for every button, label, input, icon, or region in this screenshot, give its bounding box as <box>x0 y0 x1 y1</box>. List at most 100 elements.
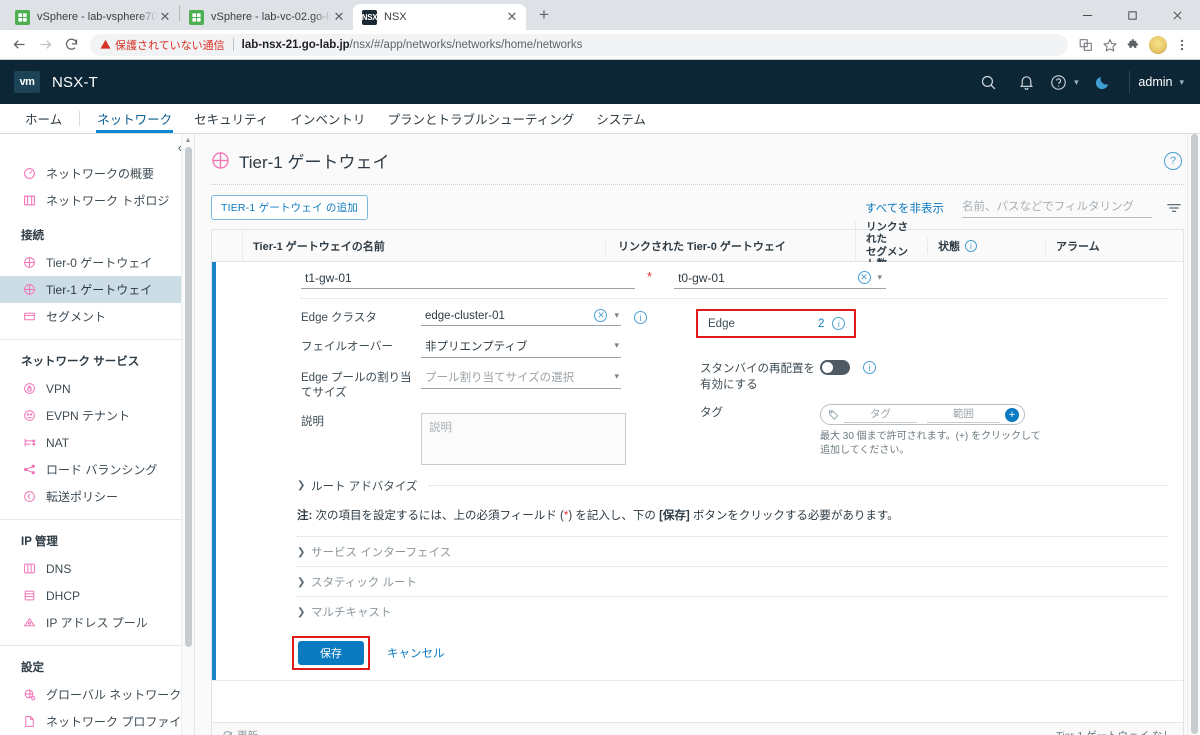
sidebar-item-forwarding-policy[interactable]: 転送ポリシー <box>0 483 194 510</box>
filter-input[interactable]: 名前、パスなどでフィルタリング <box>962 198 1152 218</box>
column-header-alarm[interactable]: アラーム <box>1045 237 1183 254</box>
form-column-right: Edge 2 i スタンバイの再配置を有効にする i タグ タグ 範囲 + 最大… <box>666 309 1183 476</box>
tag-name-input[interactable]: タグ <box>844 406 917 424</box>
sidebar-item-label: ネットワーク トポロジ <box>46 194 170 208</box>
profile-avatar[interactable] <box>1149 35 1167 54</box>
table-empty-space <box>212 679 1183 722</box>
search-icon[interactable] <box>969 60 1007 104</box>
section-label: ルート アドバタイズ <box>311 480 418 493</box>
sidebar-item-network-profiles[interactable]: ネットワーク プロファイル <box>0 708 194 735</box>
column-select-all[interactable] <box>212 229 243 262</box>
section-label: スタティック ルート <box>311 577 418 590</box>
back-icon[interactable] <box>6 32 32 58</box>
column-header-state[interactable]: 状態 i <box>927 237 1045 254</box>
linked-t0-gateway-select[interactable]: t0-gw-01 ✕ ▾ <box>674 270 887 289</box>
sidebar-item-dhcp[interactable]: DHCP <box>0 582 194 609</box>
browser-tab[interactable]: vSphere - lab-vsphere70-02-nsxt ✕ <box>6 4 179 30</box>
maximize-icon[interactable] <box>1110 0 1155 30</box>
save-button-highlight: 保存 <box>292 635 370 670</box>
chrome-menu-icon[interactable] <box>1170 33 1194 57</box>
nav-item-inventory[interactable]: インベントリ <box>279 104 376 133</box>
sidebar-item-tier1-gateway[interactable]: Tier-1 ゲートウェイ <box>0 276 194 303</box>
minimize-icon[interactable] <box>1065 0 1110 30</box>
info-circle-icon[interactable]: i <box>634 311 647 324</box>
user-menu[interactable]: admin ▾ <box>1138 75 1200 89</box>
add-tier1-gateway-button[interactable]: TIER-1 ゲートウェイ の追加 <box>211 195 368 220</box>
nav-item-security[interactable]: セキュリティ <box>183 104 279 133</box>
sidebar-item-tier0-gateway[interactable]: Tier-0 ゲートウェイ <box>0 249 194 276</box>
sidebar-item-load-balancing[interactable]: ロード バランシング <box>0 456 194 483</box>
tier1-gateway-icon <box>21 283 38 296</box>
nsx-icon: NSX <box>362 9 378 25</box>
main-scroll-thumb[interactable] <box>1191 134 1198 734</box>
collapse-all-link[interactable]: すべてを非表示 <box>865 200 944 216</box>
sidebar-scroll-thumb[interactable] <box>185 147 192 647</box>
cancel-button[interactable]: キャンセル <box>387 645 445 661</box>
dark-mode-moon-icon[interactable] <box>1083 60 1121 104</box>
info-circle-icon[interactable]: i <box>863 361 876 374</box>
edge-count-value[interactable]: 2 <box>818 318 824 330</box>
filter-icon[interactable] <box>1166 202 1182 214</box>
clear-icon[interactable]: ✕ <box>857 271 871 284</box>
section-multicast[interactable]: ❯ マルチキャスト <box>216 599 1183 626</box>
sidebar-item-vpn[interactable]: VPN <box>0 375 194 402</box>
tag-input-group[interactable]: タグ 範囲 + <box>820 404 1025 426</box>
sidebar-item-evpn-tenant[interactable]: EVPN テナント <box>0 402 194 429</box>
reload-icon[interactable] <box>58 32 84 58</box>
nav-item-home[interactable]: ホーム <box>14 104 73 133</box>
sidebar-scrollbar[interactable]: ▲ ▼ <box>181 134 194 735</box>
description-textarea[interactable]: 説明 <box>421 412 626 465</box>
nav-item-system[interactable]: システム <box>585 104 657 133</box>
edge-cluster-select[interactable]: edge-cluster-01 ✕ ▾ <box>421 309 621 326</box>
section-route-advertise[interactable]: ❯ ルート アドバタイズ <box>216 478 1183 494</box>
save-button[interactable]: 保存 <box>298 640 364 665</box>
nav-item-plan-troubleshoot[interactable]: プランとトラブルシューティング <box>376 104 585 133</box>
close-icon[interactable]: ✕ <box>157 9 173 25</box>
help-circle-icon[interactable]: ? <box>1164 151 1182 170</box>
app-header: vm NSX-T ▾ admin ▾ <box>0 60 1200 104</box>
sidebar-item-nat[interactable]: NAT <box>0 429 194 456</box>
field-edge-pool-allocation-size: Edge プールの割り当てサイズ プール割り当てサイズの選択 ▾ <box>301 369 666 402</box>
browser-tab-active[interactable]: NSX NSX ✕ <box>353 4 526 30</box>
edge-pool-allocation-size-select[interactable]: プール割り当てサイズの選択 ▾ <box>421 369 621 389</box>
close-icon[interactable] <box>1155 0 1200 30</box>
tag-scope-input[interactable]: 範囲 <box>927 406 1000 424</box>
url-host: lab-nsx-21.go-lab.jp <box>241 38 350 51</box>
sidebar-collapse-button[interactable]: « <box>0 134 194 160</box>
standby-relocation-toggle[interactable] <box>820 360 850 375</box>
scroll-up-arrow-icon[interactable]: ▲ <box>182 134 194 147</box>
column-header-name[interactable]: Tier-1 ゲートウェイの名前 <box>243 238 605 254</box>
sidebar-item-dns[interactable]: DNS <box>0 555 194 582</box>
column-header-linked-t0[interactable]: リンクされた Tier-0 ゲートウェイ <box>605 237 855 254</box>
help-icon[interactable]: ▾ <box>1045 60 1083 104</box>
sidebar-item-global-networking[interactable]: グローバル ネットワーク... <box>0 681 194 708</box>
forward-icon[interactable] <box>32 32 58 58</box>
sidebar-item-network-overview[interactable]: ネットワークの概要 <box>0 160 194 187</box>
info-circle-icon[interactable]: i <box>965 239 977 252</box>
plus-circle-icon[interactable]: + <box>1005 407 1019 422</box>
nav-item-network[interactable]: ネットワーク <box>86 104 183 133</box>
section-service-interface[interactable]: ❯ サービス インターフェイス <box>216 539 1183 566</box>
sidebar-item-segments[interactable]: セグメント <box>0 303 194 330</box>
vsphere-icon <box>189 9 204 25</box>
translate-icon[interactable] <box>1074 33 1098 57</box>
section-static-routes[interactable]: ❯ スタティック ルート <box>216 569 1183 596</box>
sidebar: « ネットワークの概要 ネットワーク トポロジ 接続 Tier-0 ゲー <box>0 134 195 735</box>
nat-icon <box>21 436 38 449</box>
failover-select[interactable]: 非プリエンプティブ ▾ <box>421 338 621 358</box>
bookmark-star-icon[interactable] <box>1098 33 1122 57</box>
close-icon[interactable]: ✕ <box>504 9 520 25</box>
address-bar[interactable]: 保護されていない通信 lab-nsx-21.go-lab.jp/nsx/#/ap… <box>90 33 1068 56</box>
sidebar-item-network-topology[interactable]: ネットワーク トポロジ <box>0 187 194 214</box>
clear-icon[interactable]: ✕ <box>594 309 608 322</box>
extensions-puzzle-icon[interactable] <box>1122 33 1146 57</box>
info-circle-icon[interactable]: i <box>832 317 846 330</box>
refresh-button[interactable]: 更新 <box>222 728 258 735</box>
gateway-name-input[interactable]: t1-gw-01 <box>301 270 635 289</box>
new-tab-button[interactable]: + <box>530 1 558 29</box>
sidebar-item-ip-address-pool[interactable]: IP アドレス プール <box>0 609 194 636</box>
browser-tab[interactable]: vSphere - lab-vc-02.go-lab.jp - U ✕ <box>180 4 353 30</box>
close-icon[interactable]: ✕ <box>331 9 347 25</box>
notification-bell-icon[interactable] <box>1007 60 1045 104</box>
main-scrollbar[interactable] <box>1187 134 1200 735</box>
